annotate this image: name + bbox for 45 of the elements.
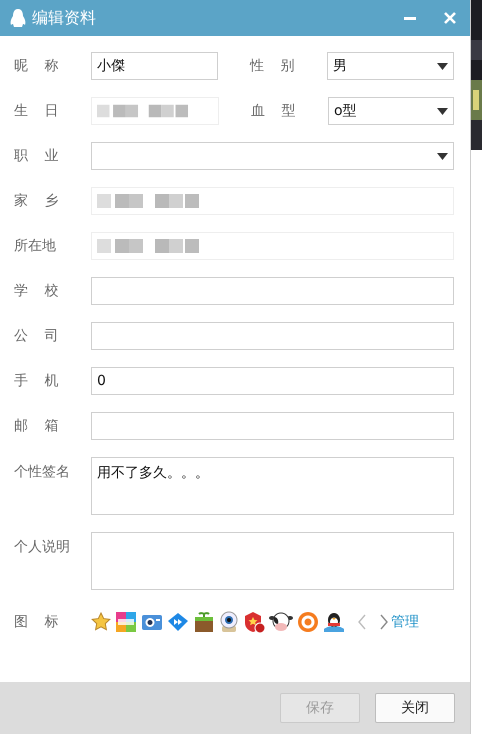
field-label: 昵 称 — [14, 57, 60, 75]
penguin-logo-icon — [10, 8, 26, 28]
close-icon — [444, 12, 456, 24]
caret-icon — [437, 108, 448, 114]
field-label: 生 日 — [14, 102, 60, 120]
minimize-icon — [404, 16, 416, 20]
text-field[interactable] — [91, 277, 454, 305]
sprout-box-icon — [193, 611, 215, 633]
field-label: 血 型 — [251, 102, 296, 120]
camera-icon — [141, 612, 163, 632]
text-field[interactable] — [91, 322, 454, 350]
field-label: 公 司 — [14, 327, 60, 345]
field-label: 性 别 — [250, 57, 296, 75]
star-icon — [91, 612, 111, 632]
dropdown[interactable] — [91, 142, 454, 170]
field-label: 所在地 — [14, 237, 57, 255]
field-label: 职 业 — [14, 147, 60, 165]
chevron-right-icon[interactable] — [379, 614, 389, 630]
field-label: 学 校 — [14, 282, 60, 300]
cow-icon — [269, 612, 293, 632]
circle-logo-icon — [297, 611, 319, 633]
app-store-icon — [115, 611, 137, 633]
diamond-arrow-icon — [167, 612, 189, 632]
caret-icon — [437, 152, 448, 160]
field-label: 图 标 — [14, 613, 60, 631]
field-label: 个性签名 — [14, 463, 71, 481]
chevron-left-icon[interactable] — [357, 614, 367, 630]
field-label: 手 机 — [14, 372, 60, 390]
text-area[interactable] — [91, 532, 454, 590]
caret-icon — [437, 62, 448, 70]
dropdown[interactable]: o型 — [328, 97, 454, 125]
text-field[interactable]: 小傑 — [91, 52, 218, 80]
manage-link[interactable]: 管理 — [391, 613, 419, 631]
window-title: 编辑资料 — [32, 8, 97, 28]
text-field[interactable]: 0 — [91, 367, 454, 395]
field-label: 邮 箱 — [14, 417, 60, 435]
penguin-icon — [323, 611, 345, 633]
eye-icon — [219, 611, 239, 633]
text-field[interactable] — [91, 412, 454, 440]
field-label: 家 乡 — [14, 192, 60, 210]
field-label: 个人说明 — [14, 538, 71, 556]
text-area[interactable]: 用不了多久。。。 — [91, 457, 454, 515]
close-dialog-button[interactable]: 关闭 — [375, 693, 455, 723]
medal-icon — [243, 611, 265, 633]
dropdown[interactable]: 男 — [327, 52, 454, 80]
